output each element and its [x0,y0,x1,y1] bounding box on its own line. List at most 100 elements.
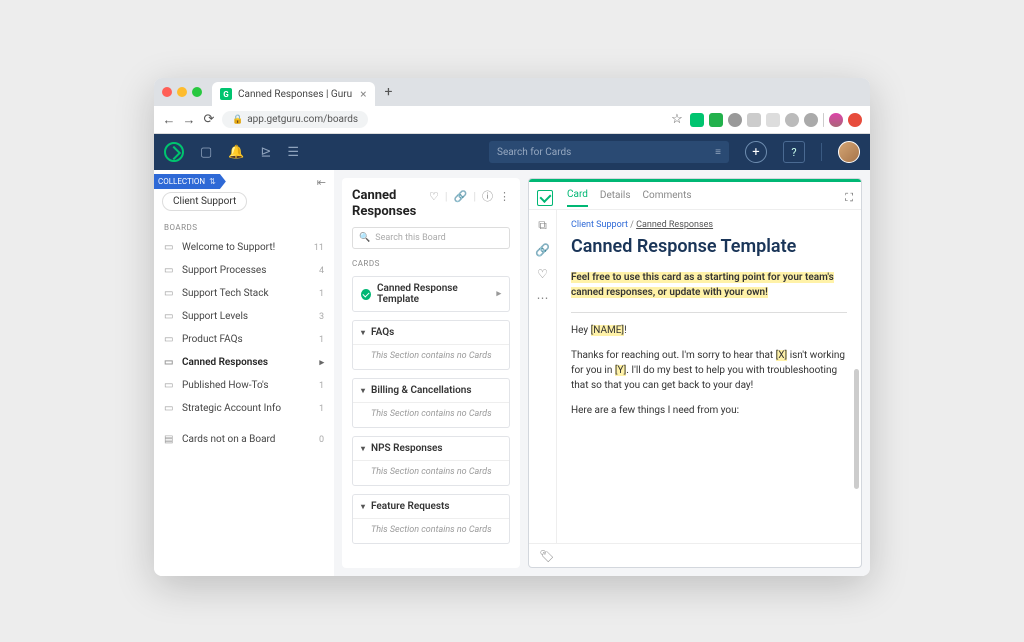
chevron-down-icon: ▾ [361,444,365,453]
window-controls [162,87,202,97]
more-icon[interactable]: ⋮ [499,190,510,203]
browser-window: G Canned Responses | Guru × + ← → ⟳ 🔒 ap… [154,78,870,576]
collection-chip[interactable]: Client Support [162,192,247,211]
divider [571,312,847,313]
scrollbar-thumb[interactable] [854,369,859,489]
board-icon: ▭ [164,311,176,322]
board-item-howtos[interactable]: ▭Published How-To's1 [154,374,334,397]
link-icon[interactable]: 🔗 [535,243,550,257]
app-body: COLLECTION ⇅ ⇤ Client Support BOARDS ▭We… [154,170,870,576]
section-empty: This Section contains no Cards [353,344,509,369]
board-title: Canned Responses [352,188,429,219]
browser-tab[interactable]: G Canned Responses | Guru × [212,82,375,106]
breadcrumb-board[interactable]: Canned Responses [636,220,713,230]
link-icon[interactable]: 🔗 [454,190,468,203]
board-item-welcome[interactable]: ▭Welcome to Support!11 [154,236,334,259]
lock-icon: 🔒 [232,115,243,125]
tag-icon[interactable]: 🏷 [539,549,554,563]
global-search[interactable]: Search for Cards ≡ [489,141,729,163]
tab-comments[interactable]: Comments [643,190,692,206]
maximize-window-button[interactable] [192,87,202,97]
user-avatar[interactable] [838,141,860,163]
favorite-icon[interactable]: ♡ [429,190,439,203]
section-nps[interactable]: ▾NPS Responses This Section contains no … [352,436,510,486]
profile-avatar[interactable] [829,113,843,127]
verified-icon [361,289,371,300]
ext-icon-a[interactable] [747,113,761,127]
tab-details[interactable]: Details [600,190,631,206]
tab-card[interactable]: Card [567,189,588,207]
add-button[interactable]: + [745,141,767,163]
close-window-button[interactable] [162,87,172,97]
chevron-down-icon: ▾ [361,386,365,395]
section-template[interactable]: Canned Response Template▸ [352,276,510,312]
address-bar[interactable]: 🔒 app.getguru.com/boards [222,111,368,128]
new-tab-button[interactable]: + [385,84,393,100]
help-button[interactable]: ? [783,141,805,163]
ext-guru-icon[interactable] [690,113,704,127]
favorite-icon[interactable]: ♡ [537,267,548,281]
collection-label: COLLECTION [158,177,205,186]
verified-check-icon[interactable] [537,190,553,206]
collection-tag[interactable]: COLLECTION ⇅ [154,174,226,189]
section-faqs[interactable]: ▾FAQs This Section contains no Cards [352,320,510,370]
board-icon: ▭ [164,265,176,276]
board-search-placeholder: Search this Board [375,233,446,243]
tab-title: Canned Responses | Guru [238,89,352,100]
board-item-faqs[interactable]: ▭Product FAQs1 [154,328,334,351]
extension-icons [690,113,862,127]
collapse-sidebar-button[interactable]: ⇤ [317,176,326,189]
section-empty: This Section contains no Cards [353,518,509,543]
card-paragraph: Thanks for reaching out. I'm sorry to he… [571,348,847,393]
board-icon: ▭ [164,380,176,391]
ext-red-icon[interactable] [848,113,862,127]
info-icon[interactable]: ⓘ [482,188,493,204]
filter-icon[interactable]: ≡ [715,147,721,158]
board-icon: ▭ [164,242,176,253]
cards-heading: CARDS [352,259,510,268]
breadcrumb-collection[interactable]: Client Support [571,220,628,230]
boards-heading: BOARDS [164,223,324,232]
expand-icon[interactable]: ⛶ [845,191,853,205]
url-text: app.getguru.com/boards [247,114,358,125]
section-feature[interactable]: ▾Feature Requests This Section contains … [352,494,510,544]
board-item-strategic[interactable]: ▭Strategic Account Info1 [154,397,334,420]
board-item-levels[interactable]: ▭Support Levels3 [154,305,334,328]
bell-icon[interactable]: 🔔 [228,145,244,160]
card-rail: ⧉ 🔗 ♡ ⋯ [529,210,557,543]
chevron-down-icon: ▾ [361,328,365,337]
copy-icon[interactable]: ⧉ [538,218,547,233]
board-column: Canned Responses ♡ | 🔗 | ⓘ ⋮ 🔍 Search th… [342,178,520,568]
bookmark-button[interactable]: ☆ [670,112,684,127]
ext-icon-c[interactable] [785,113,799,127]
more-icon[interactable]: ⋯ [537,291,549,305]
close-tab-button[interactable]: × [360,87,366,101]
board-item-processes[interactable]: ▭Support Processes4 [154,259,334,282]
cards-not-on-board[interactable]: ▤Cards not on a Board0 [154,428,334,451]
card-footer: 🏷 [529,543,861,567]
search-placeholder: Search for Cards [497,147,571,158]
ext-green-icon[interactable] [709,113,723,127]
board-item-canned[interactable]: ▭Canned Responses▸ [154,351,334,374]
minimize-window-button[interactable] [177,87,187,97]
board-search[interactable]: 🔍 Search this Board [352,227,510,249]
board-icon: ▭ [164,403,176,414]
ext-grey-icon[interactable] [728,113,742,127]
ext-icon-b[interactable] [766,113,780,127]
ext-icon-d[interactable] [804,113,818,127]
analytics-icon[interactable]: ⊵ [260,145,271,160]
reload-button[interactable]: ⟳ [202,112,216,127]
book-icon[interactable]: ▢ [200,145,212,160]
card-content: Client Support / Canned Responses Canned… [557,210,861,543]
ext-divider [823,113,824,127]
section-empty: This Section contains no Cards [353,402,509,427]
forward-button[interactable]: → [182,112,196,128]
board-item-techstack[interactable]: ▭Support Tech Stack1 [154,282,334,305]
back-button[interactable]: ← [162,112,176,128]
sort-icon: ⇅ [209,177,216,186]
guru-logo[interactable] [164,142,184,162]
search-icon: 🔍 [359,233,370,243]
stack-icon[interactable]: ☰ [287,145,299,160]
card-intro: Feel free to use this card as a starting… [571,270,847,300]
section-billing[interactable]: ▾Billing & Cancellations This Section co… [352,378,510,428]
